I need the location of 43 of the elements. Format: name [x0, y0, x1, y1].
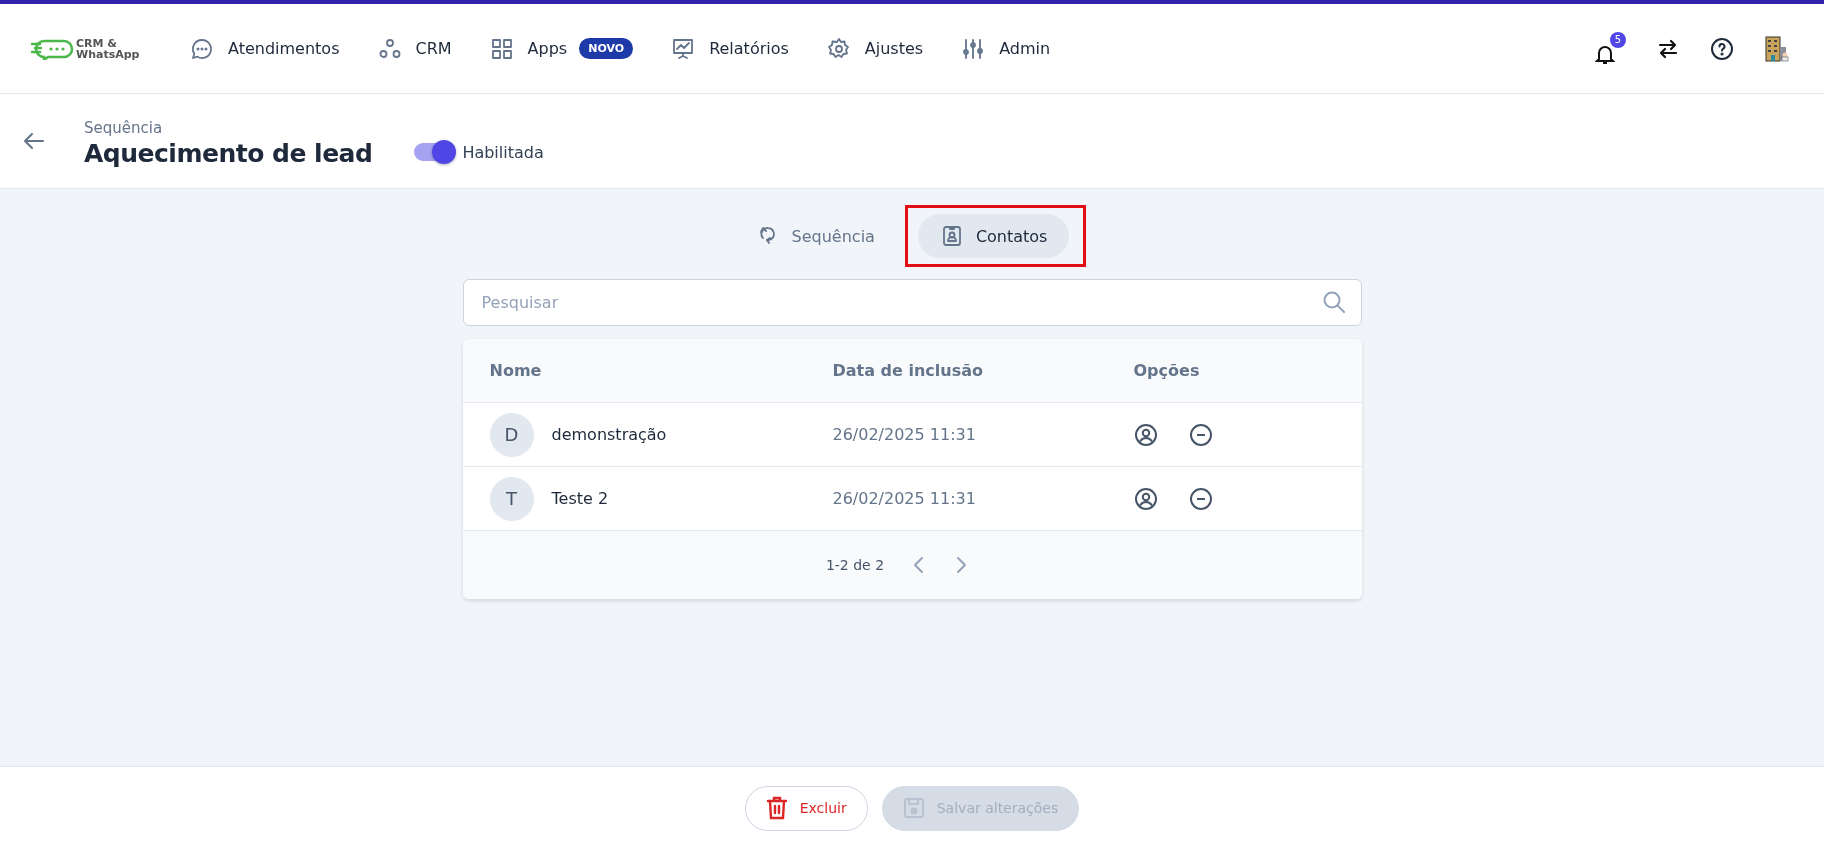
toggle-switch[interactable]	[414, 143, 455, 161]
user-circle-icon[interactable]	[1133, 486, 1158, 511]
tab[interactable]: Sequência	[733, 214, 897, 258]
column-header: Opções	[1133, 361, 1201, 380]
nav-item[interactable]: Admin	[961, 36, 1051, 61]
nav-item[interactable]: CRM	[377, 36, 452, 61]
logo-icon	[30, 37, 74, 60]
pagination-range: 1-2 de 2	[825, 557, 885, 573]
page-title: Aquecimento de lead	[84, 138, 373, 168]
building-icon[interactable]	[1764, 34, 1790, 63]
nav-item[interactable]: Apps NOVO	[489, 36, 634, 61]
remove-circle-icon[interactable]	[1188, 422, 1213, 447]
three-circles-icon	[377, 36, 402, 61]
breadcrumb[interactable]: Sequência	[84, 118, 373, 137]
gear-icon	[826, 36, 851, 61]
contact-name: demonstração	[551, 425, 667, 444]
trash-icon	[765, 796, 788, 820]
contact-name: Teste 2	[551, 489, 609, 508]
avatar: T	[489, 476, 534, 521]
grid-icon	[489, 36, 514, 61]
chart-board-icon	[671, 36, 696, 61]
search-icon[interactable]	[1321, 290, 1346, 314]
chat-bubble-icon	[190, 36, 214, 61]
user-circle-icon[interactable]	[1133, 422, 1158, 447]
delete-button[interactable]: Excluir	[744, 785, 868, 831]
logo-text: CRM & WhatsApp	[76, 37, 140, 60]
nav-item[interactable]: Atendimentos	[190, 36, 340, 61]
new-badge: NOVO	[579, 38, 634, 59]
notification-count: 5	[1610, 31, 1626, 48]
notifications-button[interactable]: 5	[1593, 31, 1626, 66]
nav-item[interactable]: Relatórios	[671, 36, 789, 61]
help-icon[interactable]	[1710, 36, 1734, 61]
column-header: Data de inclusão	[832, 361, 984, 380]
column-header: Nome	[489, 361, 543, 380]
sliders-icon	[961, 36, 986, 61]
toggle-label: Habilitada	[462, 142, 544, 162]
avatar: D	[489, 412, 534, 457]
inclusion-date: 26/02/2025 11:31	[832, 425, 976, 444]
nav-item[interactable]: Ajustes	[826, 36, 924, 61]
remove-circle-icon[interactable]	[1188, 486, 1213, 511]
tab[interactable]: Contatos	[917, 214, 1070, 258]
search-field[interactable]: Pesquisar	[462, 279, 1362, 326]
inclusion-date: 26/02/2025 11:31	[832, 489, 976, 508]
